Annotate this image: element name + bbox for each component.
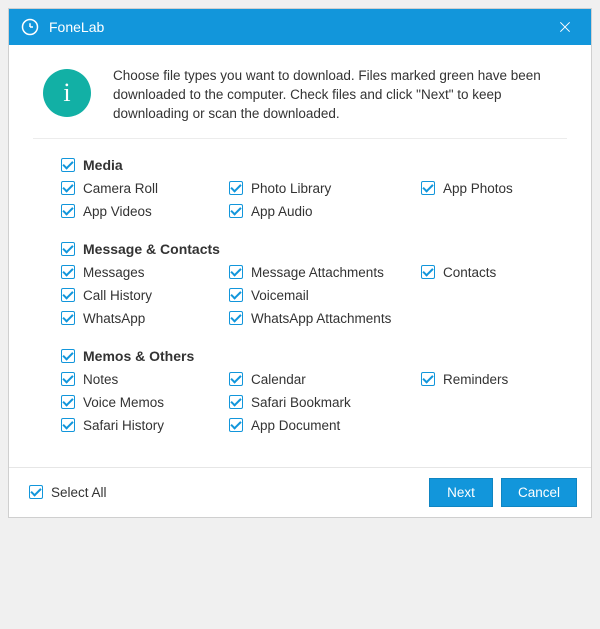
group-grid: Notes Calendar Reminders Voice Memos Safari …: [61, 372, 567, 433]
group-title: Message & Contacts: [83, 241, 220, 257]
app-title: FoneLab: [49, 19, 547, 35]
item-checkbox[interactable]: [61, 372, 75, 386]
list-item[interactable]: Photo Library: [229, 181, 421, 196]
list-item[interactable]: Contacts: [421, 265, 567, 280]
group: Media Camera Roll Photo Library App Photos A…: [61, 157, 567, 219]
item-checkbox[interactable]: [61, 418, 75, 432]
item-label: WhatsApp: [83, 311, 145, 326]
item-label: Contacts: [443, 265, 496, 280]
item-checkbox[interactable]: [229, 204, 243, 218]
item-checkbox[interactable]: [61, 181, 75, 195]
titlebar: FoneLab: [9, 9, 591, 45]
group-checkbox[interactable]: [61, 242, 75, 256]
item-checkbox[interactable]: [61, 288, 75, 302]
item-label: Photo Library: [251, 181, 331, 196]
item-label: Message Attachments: [251, 265, 384, 280]
list-item[interactable]: Calendar: [229, 372, 421, 387]
item-checkbox[interactable]: [421, 181, 435, 195]
instruction-text: Choose file types you want to download. …: [113, 67, 567, 124]
list-item[interactable]: Camera Roll: [61, 181, 229, 196]
item-label: Camera Roll: [83, 181, 158, 196]
item-checkbox[interactable]: [229, 418, 243, 432]
item-label: App Document: [251, 418, 340, 433]
list-item[interactable]: Voice Memos: [61, 395, 229, 410]
item-checkbox[interactable]: [61, 204, 75, 218]
list-item[interactable]: Reminders: [421, 372, 567, 387]
list-item[interactable]: App Audio: [229, 204, 421, 219]
group-checkbox[interactable]: [61, 349, 75, 363]
list-item[interactable]: Safari History: [61, 418, 229, 433]
list-item[interactable]: App Document: [229, 418, 421, 433]
group: Memos & Others Notes Calendar Reminders Voic…: [61, 348, 567, 433]
item-label: Reminders: [443, 372, 508, 387]
group-checkbox[interactable]: [61, 158, 75, 172]
item-label: App Audio: [251, 204, 313, 219]
item-checkbox[interactable]: [421, 372, 435, 386]
item-label: Messages: [83, 265, 145, 280]
list-item[interactable]: Notes: [61, 372, 229, 387]
item-label: Safari Bookmark: [251, 395, 351, 410]
list-item[interactable]: Messages: [61, 265, 229, 280]
list-item: [421, 288, 567, 303]
header-row: i Choose file types you want to download…: [33, 63, 567, 138]
group-grid: Messages Message Attachments Contacts Call …: [61, 265, 567, 326]
item-checkbox[interactable]: [229, 372, 243, 386]
close-button[interactable]: [547, 9, 583, 45]
item-checkbox[interactable]: [61, 395, 75, 409]
select-all-label: Select All: [51, 485, 107, 500]
item-label: Voicemail: [251, 288, 309, 303]
content-area: i Choose file types you want to download…: [9, 45, 591, 467]
groups-container: Media Camera Roll Photo Library App Photos A…: [33, 139, 567, 461]
item-checkbox[interactable]: [229, 395, 243, 409]
item-label: Safari History: [83, 418, 164, 433]
item-label: WhatsApp Attachments: [251, 311, 391, 326]
item-checkbox[interactable]: [229, 288, 243, 302]
item-checkbox[interactable]: [229, 265, 243, 279]
item-label: Calendar: [251, 372, 306, 387]
window: FoneLab i Choose file types you want to …: [8, 8, 592, 518]
list-item[interactable]: Message Attachments: [229, 265, 421, 280]
list-item[interactable]: Voicemail: [229, 288, 421, 303]
item-label: App Videos: [83, 204, 152, 219]
item-checkbox[interactable]: [229, 181, 243, 195]
group-title: Memos & Others: [83, 348, 194, 364]
item-label: Voice Memos: [83, 395, 164, 410]
list-item[interactable]: App Videos: [61, 204, 229, 219]
item-label: Call History: [83, 288, 152, 303]
group-title: Media: [83, 157, 123, 173]
item-checkbox[interactable]: [229, 311, 243, 325]
group-grid: Camera Roll Photo Library App Photos App Vi…: [61, 181, 567, 219]
item-label: Notes: [83, 372, 118, 387]
list-item[interactable]: App Photos: [421, 181, 567, 196]
list-item[interactable]: Call History: [61, 288, 229, 303]
select-all-row[interactable]: Select All: [29, 485, 107, 500]
next-button[interactable]: Next: [429, 478, 493, 507]
item-checkbox[interactable]: [61, 311, 75, 325]
footer-buttons: Next Cancel: [429, 478, 577, 507]
app-logo-icon: [21, 18, 39, 36]
select-all-checkbox[interactable]: [29, 485, 43, 499]
cancel-button[interactable]: Cancel: [501, 478, 577, 507]
list-item[interactable]: WhatsApp: [61, 311, 229, 326]
list-item[interactable]: Safari Bookmark: [229, 395, 421, 410]
group-header[interactable]: Media: [61, 157, 567, 173]
group-header[interactable]: Message & Contacts: [61, 241, 567, 257]
list-item: [421, 395, 567, 410]
item-label: App Photos: [443, 181, 513, 196]
group-header[interactable]: Memos & Others: [61, 348, 567, 364]
item-checkbox[interactable]: [421, 265, 435, 279]
info-icon: i: [43, 69, 91, 117]
close-icon: [557, 19, 573, 35]
footer: Select All Next Cancel: [9, 467, 591, 517]
list-item[interactable]: WhatsApp Attachments: [229, 311, 421, 326]
group: Message & Contacts Messages Message Attach…: [61, 241, 567, 326]
item-checkbox[interactable]: [61, 265, 75, 279]
